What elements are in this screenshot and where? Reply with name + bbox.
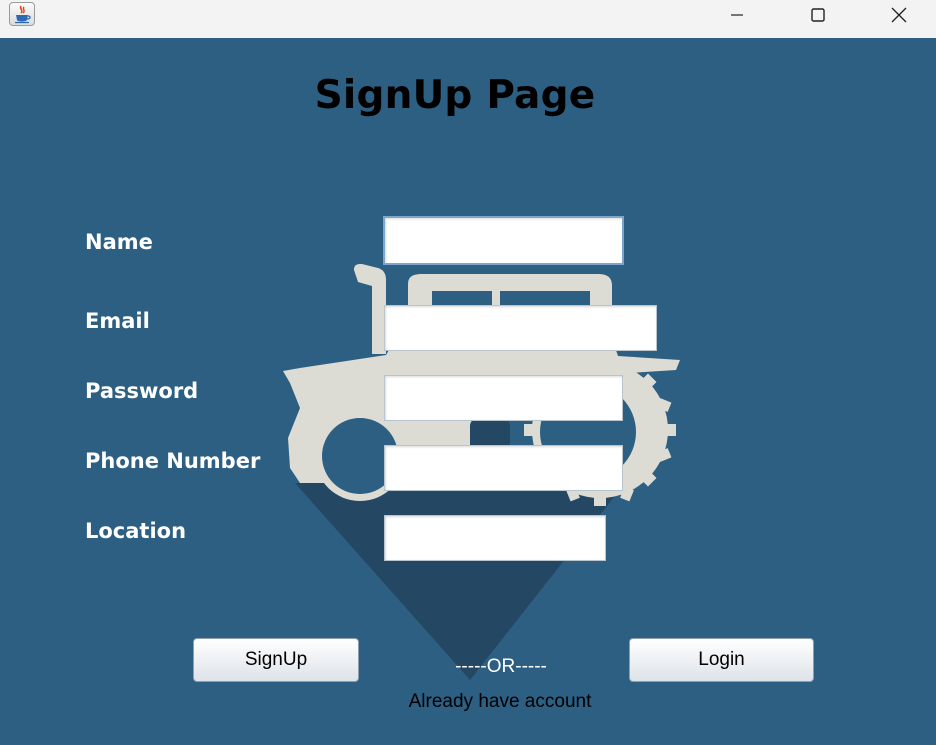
signup-button[interactable]: SignUp (193, 638, 359, 682)
page-title: SignUp Page (314, 73, 596, 118)
password-field[interactable] (384, 375, 623, 421)
email-label: Email (85, 309, 150, 333)
maximize-icon (811, 8, 825, 22)
login-button[interactable]: Login (629, 638, 814, 682)
or-divider-text: -----OR----- (455, 656, 547, 677)
minimize-icon (731, 14, 743, 16)
maximize-button[interactable] (795, 0, 841, 30)
name-label: Name (85, 230, 153, 254)
phone-number-field[interactable] (384, 445, 623, 491)
minimize-button[interactable] (714, 0, 760, 30)
name-field[interactable] (383, 216, 624, 265)
signup-panel: SignUp Page Name Email Password Phone Nu… (0, 38, 936, 745)
close-button[interactable] (876, 0, 922, 30)
location-field[interactable] (384, 515, 606, 561)
java-cup-icon[interactable] (9, 2, 35, 26)
email-field[interactable] (384, 305, 657, 351)
location-label: Location (85, 519, 187, 543)
already-have-account-text: Already have account (408, 691, 592, 712)
title-bar (0, 0, 936, 38)
phone-number-label: Phone Number (85, 449, 261, 473)
close-icon (891, 7, 907, 23)
password-label: Password (85, 379, 199, 403)
